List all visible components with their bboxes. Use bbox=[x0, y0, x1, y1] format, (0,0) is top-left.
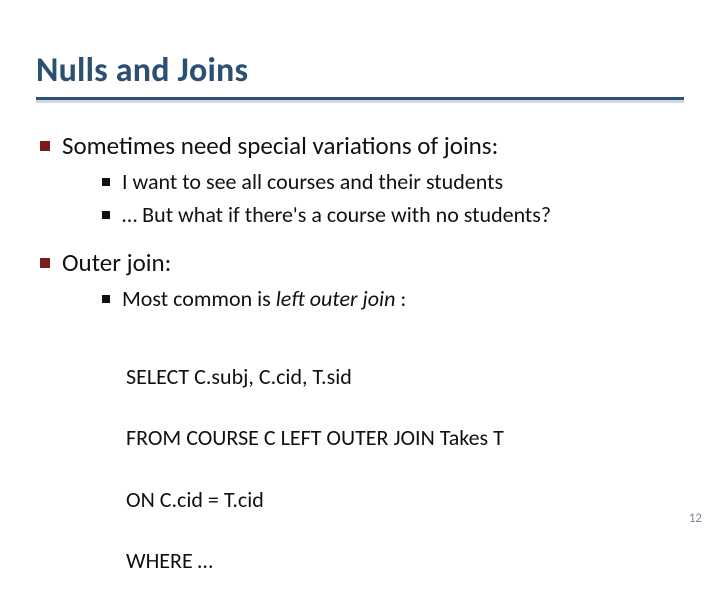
code-line-4: WHERE … bbox=[126, 546, 684, 577]
code-line-2: FROM COURSE C LEFT OUTER JOIN Takes T bbox=[126, 423, 684, 454]
bullet-2a-pre: Most common is bbox=[122, 285, 276, 312]
bullet-2a-post: : bbox=[395, 285, 406, 312]
bullet-2a-em: left outer join bbox=[276, 285, 396, 312]
bullet-2-text: Outer join: bbox=[62, 247, 171, 278]
bullet-1a: I want to see all courses and their stud… bbox=[62, 167, 684, 198]
bullet-1: Sometimes need special variations of joi… bbox=[36, 129, 684, 230]
code-line-1: SELECT C.subj, C.cid, T.sid bbox=[126, 362, 684, 393]
bullet-2a: Most common is left outer join : bbox=[62, 284, 684, 315]
bullet-2: Outer join: Most common is left outer jo… bbox=[36, 246, 684, 608]
code-line-3: ON C.cid = T.cid bbox=[126, 485, 684, 516]
bullet-1-sublist: I want to see all courses and their stud… bbox=[62, 167, 684, 231]
bullet-2-sublist: Most common is left outer join : bbox=[62, 284, 684, 315]
bullet-list: Sometimes need special variations of joi… bbox=[36, 129, 684, 608]
sql-code-block: SELECT C.subj, C.cid, T.sid FROM COURSE … bbox=[126, 331, 684, 608]
title-rule bbox=[36, 97, 684, 103]
bullet-1b: … But what if there's a course with no s… bbox=[62, 200, 684, 231]
slide: Nulls and Joins Sometimes need special v… bbox=[0, 0, 720, 540]
page-number: 12 bbox=[689, 511, 702, 526]
bullet-1-text: Sometimes need special variations of joi… bbox=[62, 130, 498, 161]
slide-title: Nulls and Joins bbox=[36, 50, 684, 91]
